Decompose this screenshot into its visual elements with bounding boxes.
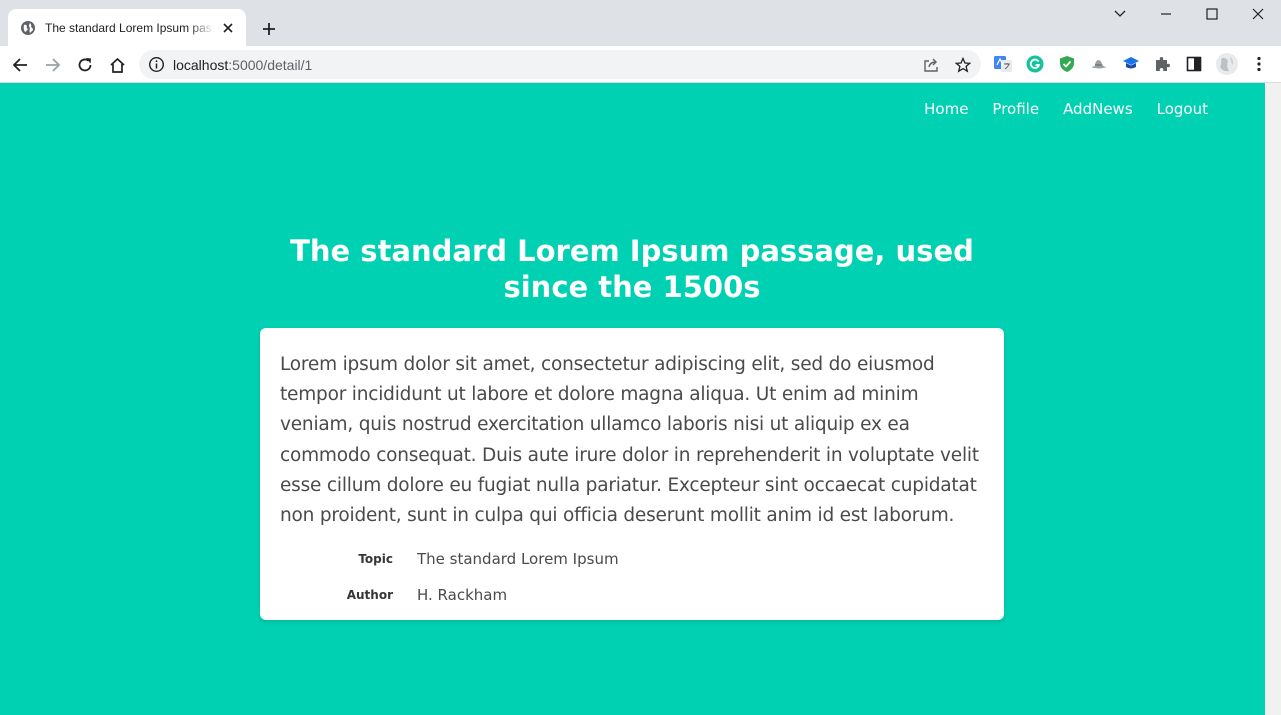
hat-icon[interactable]: [1090, 55, 1108, 73]
article-card: Lorem ipsum dolor sit amet, consectetur …: [260, 328, 1004, 620]
avatar[interactable]: [1216, 53, 1238, 75]
author-value: H. Rackham: [417, 586, 508, 605]
chevron-down-icon[interactable]: [1108, 4, 1132, 24]
home-icon[interactable]: [106, 54, 128, 76]
minimize-icon[interactable]: [1154, 4, 1178, 24]
author-label: Author: [346, 588, 393, 603]
window-close-icon[interactable]: [1246, 4, 1270, 24]
nav-profile-link[interactable]: Profile: [992, 100, 1039, 118]
url-path: :5000/detail/1: [228, 57, 313, 73]
puzzle-icon[interactable]: [1153, 55, 1171, 73]
scrollbar[interactable]: [1265, 83, 1281, 715]
forward-arrow-icon[interactable]: [42, 54, 64, 76]
author-row: Author H. Rackham: [280, 577, 984, 613]
topic-value: The standard Lorem Ipsum: [417, 550, 619, 569]
nav-logout-link[interactable]: Logout: [1157, 100, 1208, 118]
article-body: Lorem ipsum dolor sit amet, consectetur …: [280, 354, 979, 527]
url-host: localhost: [173, 57, 229, 73]
topic-row: Topic The standard Lorem Ipsum: [280, 541, 984, 577]
side-panel-icon[interactable]: [1185, 55, 1203, 73]
maximize-icon[interactable]: [1200, 4, 1224, 24]
navbar: Home Profile AddNews Logout: [924, 100, 1208, 118]
address-bar[interactable]: localhost:5000/detail/1: [139, 50, 981, 79]
star-icon[interactable]: [954, 56, 972, 74]
page-viewport: Home Profile AddNews Logout The standard…: [0, 83, 1265, 715]
info-icon[interactable]: [148, 56, 165, 73]
back-arrow-icon[interactable]: [9, 54, 31, 76]
graduation-cap-icon[interactable]: [1122, 55, 1140, 73]
topic-label: Topic: [358, 552, 393, 567]
browser-toolbar: localhost:5000/detail/1: [0, 46, 1281, 83]
close-icon[interactable]: [220, 20, 236, 36]
nav-addnews-link[interactable]: AddNews: [1063, 100, 1133, 118]
article-meta: Topic The standard Lorem Ipsum Author H.…: [280, 541, 984, 613]
browser-tab[interactable]: The standard Lorem Ipsum passage, used s…: [8, 9, 246, 46]
grammarly-icon[interactable]: [1026, 55, 1044, 73]
more-vert-icon[interactable]: [1250, 55, 1268, 73]
url-text[interactable]: localhost:5000/detail/1: [173, 57, 312, 73]
translate-icon[interactable]: [994, 55, 1012, 73]
tab-strip: The standard Lorem Ipsum passage, used s…: [0, 0, 1281, 46]
page-title: The standard Lorem Ipsum passage, used s…: [290, 234, 974, 304]
plus-icon[interactable]: [258, 18, 280, 40]
nav-home-link[interactable]: Home: [924, 100, 968, 118]
shield-icon[interactable]: [1058, 55, 1076, 73]
share-icon[interactable]: [922, 56, 940, 74]
globe-icon: [21, 20, 35, 35]
reload-icon[interactable]: [74, 54, 96, 76]
tab-title: The standard Lorem Ipsum passage, used s…: [45, 20, 214, 35]
